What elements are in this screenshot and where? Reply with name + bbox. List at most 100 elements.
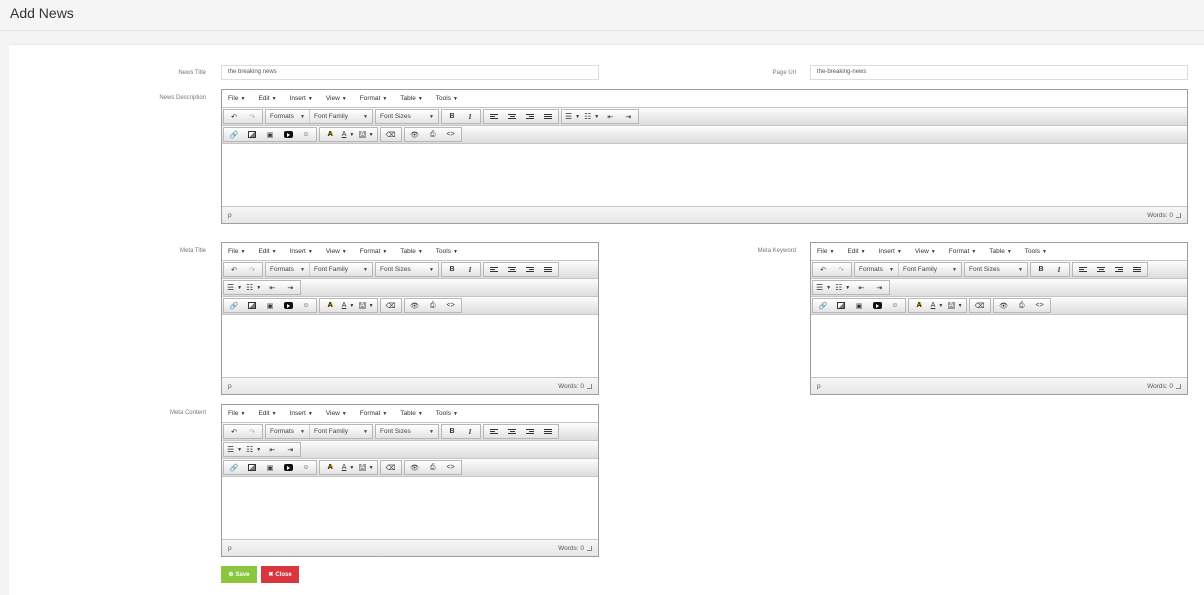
align-left-icon[interactable] xyxy=(485,263,503,276)
menu-edit[interactable]: Edit ▼ xyxy=(847,248,865,255)
align-left-icon[interactable] xyxy=(485,425,503,438)
emoticon-icon[interactable]: ☺ xyxy=(297,461,315,474)
resize-handle-icon[interactable] xyxy=(1176,212,1181,218)
undo-icon[interactable]: ↶ xyxy=(225,425,243,438)
clear-format-icon[interactable]: ⌫ xyxy=(382,128,400,141)
menu-format[interactable]: Format ▼ xyxy=(360,410,388,417)
image-icon[interactable] xyxy=(243,128,261,141)
numbered-list-icon[interactable]: ☷ ▼ xyxy=(244,281,263,294)
redo-icon[interactable]: ↷ xyxy=(832,263,850,276)
text-highlight-icon[interactable]: A xyxy=(321,128,339,141)
emoticon-icon[interactable]: ☺ xyxy=(886,299,904,312)
link-icon[interactable]: 🔗 xyxy=(225,128,243,141)
menu-file[interactable]: File ▼ xyxy=(228,248,245,255)
align-left-icon[interactable] xyxy=(485,110,503,123)
font-sizes-dropdown[interactable]: Font Sizes ▼ xyxy=(965,263,1027,276)
menu-view[interactable]: View ▼ xyxy=(326,248,347,255)
source-code-button[interactable]: <> xyxy=(442,128,460,141)
italic-button[interactable]: I xyxy=(461,425,479,438)
preview-icon[interactable]: 👁 xyxy=(406,461,424,474)
meta-keyword-content-area[interactable] xyxy=(811,314,1187,377)
source-code-button[interactable]: <> xyxy=(1031,299,1049,312)
print-icon[interactable]: ⎙ xyxy=(424,461,442,474)
align-right-icon[interactable] xyxy=(521,425,539,438)
font-family-dropdown[interactable]: Font Family ▼ xyxy=(899,263,961,276)
menu-table[interactable]: Table ▼ xyxy=(400,410,423,417)
italic-button[interactable]: I xyxy=(1050,263,1068,276)
menu-file[interactable]: File ▼ xyxy=(228,95,245,102)
element-path[interactable]: p xyxy=(817,383,821,390)
align-justify-icon[interactable] xyxy=(539,110,557,123)
element-path[interactable]: p xyxy=(228,545,232,552)
menu-format[interactable]: Format ▼ xyxy=(949,248,977,255)
numbered-list-icon[interactable]: ☷ ▼ xyxy=(582,110,601,123)
align-justify-icon[interactable] xyxy=(539,425,557,438)
align-justify-icon[interactable] xyxy=(539,263,557,276)
align-justify-icon[interactable] xyxy=(1128,263,1146,276)
align-center-icon[interactable] xyxy=(503,263,521,276)
emoticon-icon[interactable]: ☺ xyxy=(297,128,315,141)
formats-dropdown[interactable]: Formats ▼ xyxy=(266,263,310,276)
bullet-list-icon[interactable]: ☰ ▼ xyxy=(225,281,244,294)
image-icon[interactable] xyxy=(243,461,261,474)
align-center-icon[interactable] xyxy=(503,425,521,438)
menu-insert[interactable]: Insert ▼ xyxy=(290,95,313,102)
media-icon[interactable]: ▣ xyxy=(261,128,279,141)
indent-icon[interactable]: ⇥ xyxy=(281,281,299,294)
news-title-input[interactable]: the breaking news xyxy=(221,65,599,80)
italic-button[interactable]: I xyxy=(461,263,479,276)
preview-icon[interactable]: 👁 xyxy=(995,299,1013,312)
youtube-icon[interactable] xyxy=(279,461,297,474)
clear-format-icon[interactable]: ⌫ xyxy=(382,461,400,474)
element-path[interactable]: p xyxy=(228,212,232,219)
source-code-button[interactable]: <> xyxy=(442,299,460,312)
undo-icon[interactable]: ↶ xyxy=(814,263,832,276)
link-icon[interactable]: 🔗 xyxy=(814,299,832,312)
menu-view[interactable]: View ▼ xyxy=(326,95,347,102)
formats-dropdown[interactable]: Formats ▼ xyxy=(855,263,899,276)
bold-button[interactable]: B xyxy=(1032,263,1050,276)
text-color-icon[interactable]: A ▼ xyxy=(339,128,357,141)
emoticon-icon[interactable]: ☺ xyxy=(297,299,315,312)
bold-button[interactable]: B xyxy=(443,263,461,276)
menu-file[interactable]: File ▼ xyxy=(817,248,834,255)
image-icon[interactable] xyxy=(243,299,261,312)
menu-table[interactable]: Table ▼ xyxy=(400,248,423,255)
text-color-icon[interactable]: A ▼ xyxy=(339,461,357,474)
background-color-icon[interactable]: A ▼ xyxy=(357,299,376,312)
print-icon[interactable]: ⎙ xyxy=(424,128,442,141)
italic-button[interactable]: I xyxy=(461,110,479,123)
align-center-icon[interactable] xyxy=(1092,263,1110,276)
link-icon[interactable]: 🔗 xyxy=(225,461,243,474)
resize-handle-icon[interactable] xyxy=(1176,383,1181,389)
page-url-input[interactable]: the-breaking-news xyxy=(810,65,1188,80)
bold-button[interactable]: B xyxy=(443,110,461,123)
align-left-icon[interactable] xyxy=(1074,263,1092,276)
formats-dropdown[interactable]: Formats ▼ xyxy=(266,110,310,123)
font-family-dropdown[interactable]: Font Family ▼ xyxy=(310,110,372,123)
menu-tools[interactable]: Tools ▼ xyxy=(436,248,458,255)
bullet-list-icon[interactable]: ☰ ▼ xyxy=(563,110,582,123)
bullet-list-icon[interactable]: ☰ ▼ xyxy=(225,443,244,456)
undo-icon[interactable]: ↶ xyxy=(225,263,243,276)
preview-icon[interactable]: 👁 xyxy=(406,128,424,141)
redo-icon[interactable]: ↷ xyxy=(243,110,261,123)
menu-table[interactable]: Table ▼ xyxy=(989,248,1012,255)
align-right-icon[interactable] xyxy=(521,110,539,123)
save-button[interactable]: ⊕ Save xyxy=(221,566,257,583)
font-sizes-dropdown[interactable]: Font Sizes ▼ xyxy=(376,425,438,438)
menu-format[interactable]: Format ▼ xyxy=(360,95,388,102)
menu-file[interactable]: File ▼ xyxy=(228,410,245,417)
link-icon[interactable]: 🔗 xyxy=(225,299,243,312)
source-code-button[interactable]: <> xyxy=(442,461,460,474)
font-sizes-dropdown[interactable]: Font Sizes ▼ xyxy=(376,263,438,276)
background-color-icon[interactable]: A ▼ xyxy=(357,461,376,474)
preview-icon[interactable]: 👁 xyxy=(406,299,424,312)
resize-handle-icon[interactable] xyxy=(587,545,592,551)
formats-dropdown[interactable]: Formats ▼ xyxy=(266,425,310,438)
outdent-icon[interactable]: ⇤ xyxy=(852,281,870,294)
meta-content-content-area[interactable] xyxy=(222,476,598,539)
menu-insert[interactable]: Insert ▼ xyxy=(879,248,902,255)
media-icon[interactable]: ▣ xyxy=(850,299,868,312)
font-family-dropdown[interactable]: Font Family ▼ xyxy=(310,425,372,438)
